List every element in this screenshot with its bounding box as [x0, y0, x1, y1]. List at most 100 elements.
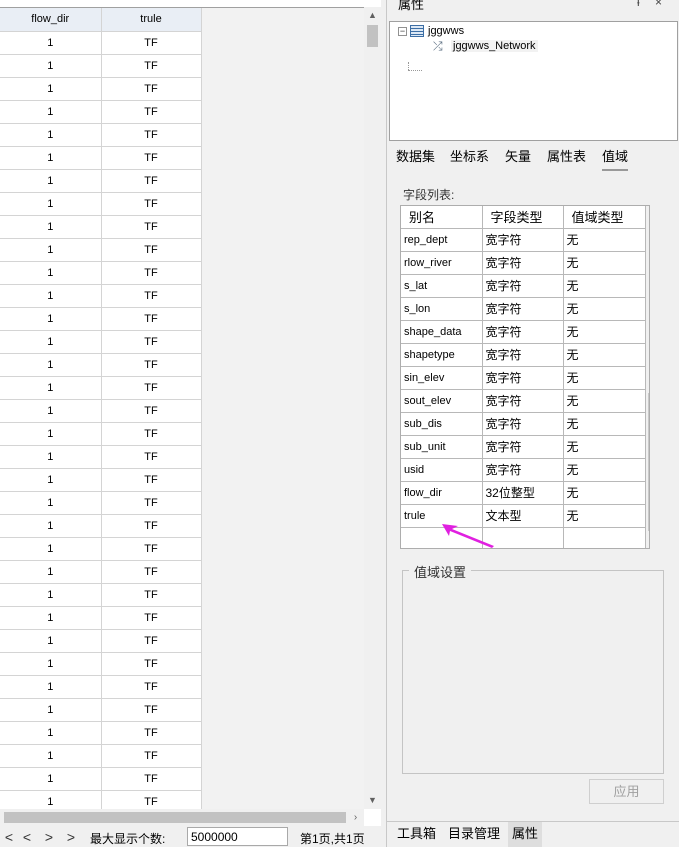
- field-type[interactable]: 宽字符: [482, 274, 564, 298]
- cell-flow-dir[interactable]: 1: [0, 675, 102, 699]
- field-alias[interactable]: s_lon: [401, 297, 483, 321]
- cell-flow-dir[interactable]: 1: [0, 376, 102, 400]
- collapse-icon[interactable]: −: [398, 26, 407, 36]
- field-list-scrollbar[interactable]: ︿ ﹀: [646, 206, 649, 548]
- last-page-button[interactable]: >: [64, 828, 78, 846]
- cell-trule[interactable]: TF: [101, 560, 202, 584]
- cell-trule[interactable]: TF: [101, 744, 202, 768]
- table-row[interactable]: 1 TF: [0, 652, 202, 676]
- scroll-right-icon[interactable]: ›: [347, 809, 364, 826]
- cell-trule[interactable]: TF: [101, 54, 202, 78]
- table-row[interactable]: 1 TF: [0, 399, 202, 423]
- pin-icon[interactable]: ᵼ: [637, 0, 640, 9]
- field-header-domain-type[interactable]: 值域类型: [563, 206, 646, 229]
- tab-vector[interactable]: 矢量: [505, 147, 531, 171]
- field-alias[interactable]: sub_unit: [401, 435, 483, 459]
- cell-flow-dir[interactable]: 1: [0, 261, 102, 285]
- table-row[interactable]: 1 TF: [0, 629, 202, 653]
- tree-node-network[interactable]: ⤮ jggwws_Network: [433, 40, 538, 52]
- cell-trule[interactable]: TF: [101, 583, 202, 607]
- field-domain-type[interactable]: 无: [563, 274, 646, 298]
- field-alias[interactable]: flow_dir: [401, 481, 483, 505]
- field-alias[interactable]: s_lat: [401, 274, 483, 298]
- cell-trule[interactable]: TF: [101, 353, 202, 377]
- cell-flow-dir[interactable]: 1: [0, 721, 102, 745]
- table-row[interactable]: 1 TF: [0, 675, 202, 699]
- cell-flow-dir[interactable]: 1: [0, 606, 102, 630]
- cell-trule[interactable]: TF: [101, 652, 202, 676]
- cell-trule[interactable]: TF: [101, 767, 202, 791]
- cell-flow-dir[interactable]: 1: [0, 445, 102, 469]
- cell-trule[interactable]: TF: [101, 422, 202, 446]
- hscroll-thumb[interactable]: [4, 812, 346, 823]
- cell-flow-dir[interactable]: 1: [0, 77, 102, 101]
- cell-flow-dir[interactable]: 1: [0, 100, 102, 124]
- tab-attribute-table[interactable]: 属性表: [547, 147, 586, 171]
- list-item[interactable]: sout_elev 宽字符无: [401, 389, 646, 413]
- next-page-button[interactable]: >: [42, 828, 56, 846]
- grid-horizontal-scrollbar[interactable]: ›: [0, 809, 364, 826]
- table-row[interactable]: 1 TF: [0, 790, 202, 809]
- tab-properties[interactable]: 属性: [508, 822, 543, 847]
- field-type[interactable]: 宽字符: [482, 435, 564, 459]
- table-row[interactable]: 1 TF: [0, 192, 202, 216]
- field-domain-type[interactable]: 无: [563, 481, 646, 505]
- tree-node-root[interactable]: − jggwws: [398, 25, 464, 37]
- cell-flow-dir[interactable]: 1: [0, 583, 102, 607]
- table-row[interactable]: 1 TF: [0, 583, 202, 607]
- field-domain-type[interactable]: 无: [563, 389, 646, 413]
- cell-trule[interactable]: TF: [101, 445, 202, 469]
- field-type[interactable]: 32位整型: [482, 481, 564, 505]
- field-type[interactable]: 宽字符: [482, 343, 564, 367]
- cell-flow-dir[interactable]: 1: [0, 399, 102, 423]
- field-domain-type[interactable]: 无: [563, 297, 646, 321]
- field-domain-type[interactable]: 无: [563, 504, 646, 528]
- field-alias[interactable]: rlow_river: [401, 251, 483, 275]
- cell-flow-dir[interactable]: 1: [0, 790, 102, 809]
- cell-trule[interactable]: TF: [101, 537, 202, 561]
- field-header-type[interactable]: 字段类型: [482, 206, 564, 229]
- column-header-trule[interactable]: trule: [101, 8, 202, 32]
- field-type[interactable]: 宽字符: [482, 251, 564, 275]
- cell-trule[interactable]: TF: [101, 491, 202, 515]
- cell-flow-dir[interactable]: 1: [0, 31, 102, 55]
- table-row[interactable]: 1 TF: [0, 261, 202, 285]
- cell-trule[interactable]: TF: [101, 790, 202, 809]
- field-header-alias[interactable]: 别名: [401, 206, 483, 229]
- field-type[interactable]: 宽字符: [482, 412, 564, 436]
- table-row[interactable]: 1 TF: [0, 238, 202, 262]
- table-row[interactable]: 1 TF: [0, 123, 202, 147]
- cell-trule[interactable]: TF: [101, 606, 202, 630]
- field-alias[interactable]: rep_dept: [401, 228, 483, 252]
- table-row[interactable]: 1 TF: [0, 491, 202, 515]
- cell-trule[interactable]: TF: [101, 284, 202, 308]
- list-item[interactable]: rlow_river 宽字符无: [401, 251, 646, 275]
- cell-flow-dir[interactable]: 1: [0, 54, 102, 78]
- field-domain-type[interactable]: 无: [563, 228, 646, 252]
- cell-flow-dir[interactable]: 1: [0, 560, 102, 584]
- cell-flow-dir[interactable]: 1: [0, 238, 102, 262]
- cell-flow-dir[interactable]: 1: [0, 422, 102, 446]
- cell-trule[interactable]: TF: [101, 146, 202, 170]
- cell-flow-dir[interactable]: 1: [0, 468, 102, 492]
- table-row[interactable]: 1 TF: [0, 330, 202, 354]
- cell-trule[interactable]: TF: [101, 31, 202, 55]
- field-type[interactable]: 宽字符: [482, 366, 564, 390]
- table-row[interactable]: 1 TF: [0, 514, 202, 538]
- cell-trule[interactable]: TF: [101, 376, 202, 400]
- cell-flow-dir[interactable]: 1: [0, 652, 102, 676]
- cell-trule[interactable]: TF: [101, 192, 202, 216]
- cell-trule[interactable]: TF: [101, 721, 202, 745]
- cell-trule[interactable]: TF: [101, 698, 202, 722]
- cell-flow-dir[interactable]: 1: [0, 537, 102, 561]
- field-scroll-thumb[interactable]: [648, 393, 649, 531]
- cell-flow-dir[interactable]: 1: [0, 123, 102, 147]
- field-domain-type[interactable]: 无: [563, 412, 646, 436]
- field-alias[interactable]: sub_dis: [401, 412, 483, 436]
- list-item[interactable]: trule 文本型无: [401, 504, 646, 528]
- list-item[interactable]: rep_dept 宽字符无: [401, 228, 646, 252]
- cell-trule[interactable]: TF: [101, 169, 202, 193]
- field-alias[interactable]: shape_data: [401, 320, 483, 344]
- cell-trule[interactable]: TF: [101, 399, 202, 423]
- table-row[interactable]: 1 TF: [0, 376, 202, 400]
